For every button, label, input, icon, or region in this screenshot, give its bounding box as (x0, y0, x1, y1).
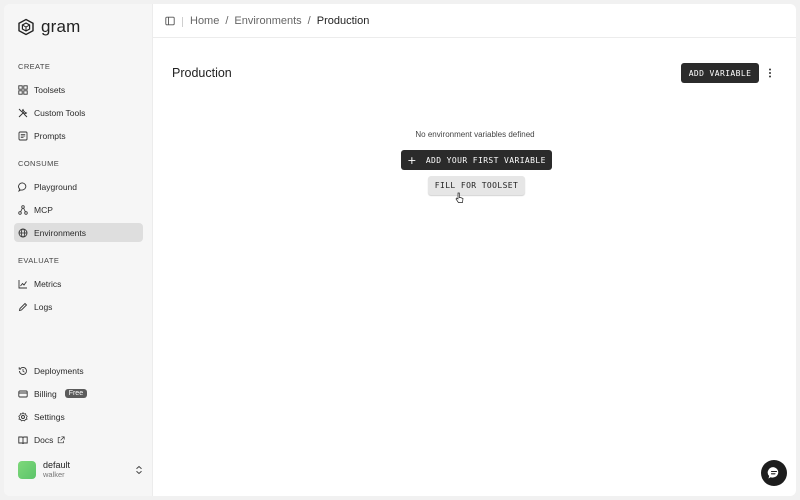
chevron-up-down-icon (136, 465, 142, 475)
sidebar-item-label: Billing (34, 388, 57, 399)
plan-badge: Free (64, 389, 88, 398)
sidebar-item-label: Prompts (34, 130, 66, 141)
sidebar-item-metrics[interactable]: Metrics (14, 274, 143, 293)
history-icon (18, 366, 27, 375)
add-first-variable-button[interactable]: + ADD YOUR FIRST VARIABLE (401, 150, 552, 170)
breadcrumb: Home / Environments / Production (190, 15, 369, 27)
custom-tools-icon (18, 108, 28, 117)
app-logo[interactable]: gram (17, 17, 81, 37)
sidebar-item-label: Custom Tools (34, 107, 86, 118)
section-label-create: CREATE (18, 62, 51, 71)
chat-icon (767, 467, 779, 479)
gram-logo-icon (18, 18, 34, 36)
sidebar-item-label: Toolsets (34, 84, 66, 95)
sidebar-item-mcp[interactable]: MCP (14, 200, 143, 219)
more-options-icon[interactable] (765, 66, 775, 80)
toolsets-icon (18, 84, 28, 95)
sidebar-item-label: Metrics (34, 278, 62, 289)
breadcrumb-separator: / (307, 15, 311, 27)
sidebar-item-label: Deployments (34, 365, 84, 376)
account-switcher[interactable]: default walker (18, 459, 143, 481)
card-icon (18, 390, 28, 397)
sidebar-item-settings[interactable]: Settings (14, 407, 143, 426)
sidebar-item-label: Environments (34, 227, 86, 238)
breadcrumb-environments[interactable]: Environments (234, 15, 301, 27)
chat-bubble-icon (18, 182, 27, 192)
section-label-consume: CONSUME (18, 159, 60, 168)
gear-icon (18, 411, 28, 421)
main-content: Home / Environments / Production Product… (152, 4, 796, 496)
add-variable-button[interactable]: ADD VARIABLE (681, 63, 759, 83)
sidebar-item-label: Playground (34, 181, 78, 192)
chart-icon (18, 279, 27, 288)
support-chat-button[interactable] (761, 460, 787, 486)
page-title: Production (172, 66, 232, 80)
sidebar: gram CREATE Toolsets Custom Tools Prompt… (4, 4, 152, 496)
plus-icon: + (407, 153, 417, 167)
globe-icon (18, 228, 28, 237)
pencil-icon (18, 302, 28, 311)
add-first-variable-label: ADD YOUR FIRST VARIABLE (425, 155, 546, 165)
book-icon (18, 436, 28, 444)
avatar (18, 461, 36, 479)
top-bar: Home / Environments / Production (153, 4, 796, 38)
sidebar-item-prompts[interactable]: Prompts (14, 126, 143, 145)
sidebar-item-custom-tools[interactable]: Custom Tools (14, 103, 143, 122)
mouse-pointer-icon (455, 192, 464, 203)
app-window: gram CREATE Toolsets Custom Tools Prompt… (4, 4, 796, 496)
breadcrumb-home[interactable]: Home (190, 15, 219, 27)
sidebar-item-toolsets[interactable]: Toolsets (14, 80, 143, 99)
sidebar-item-billing[interactable]: Billing Free (14, 384, 143, 403)
sidebar-item-playground[interactable]: Playground (14, 177, 143, 196)
breadcrumb-separator: / (225, 15, 229, 27)
sidebar-item-deployments[interactable]: Deployments (14, 361, 143, 380)
sidebar-item-label: Docs (34, 434, 54, 445)
account-name: default (43, 460, 71, 470)
sidebar-item-label: Settings (34, 411, 65, 422)
sidebar-item-logs[interactable]: Logs (14, 297, 143, 316)
sidebar-item-label: MCP (34, 204, 53, 215)
fill-for-toolset-button[interactable]: FILL FOR TOOLSET (428, 176, 525, 195)
sidebar-item-environments[interactable]: Environments (14, 223, 143, 242)
sidebar-item-docs[interactable]: Docs (14, 430, 143, 449)
external-link-icon (58, 435, 65, 443)
network-icon (18, 204, 28, 215)
breadcrumb-current: Production (316, 15, 370, 27)
sidebar-toggle-icon[interactable] (165, 16, 175, 26)
sidebar-item-label: Logs (34, 301, 53, 312)
account-user: walker (43, 470, 65, 479)
empty-state-message: No environment variables defined (415, 130, 535, 139)
prompts-icon (18, 131, 28, 140)
section-label-evaluate: EVALUATE (18, 256, 60, 265)
topbar-divider (182, 17, 183, 27)
app-name: gram (41, 17, 81, 36)
